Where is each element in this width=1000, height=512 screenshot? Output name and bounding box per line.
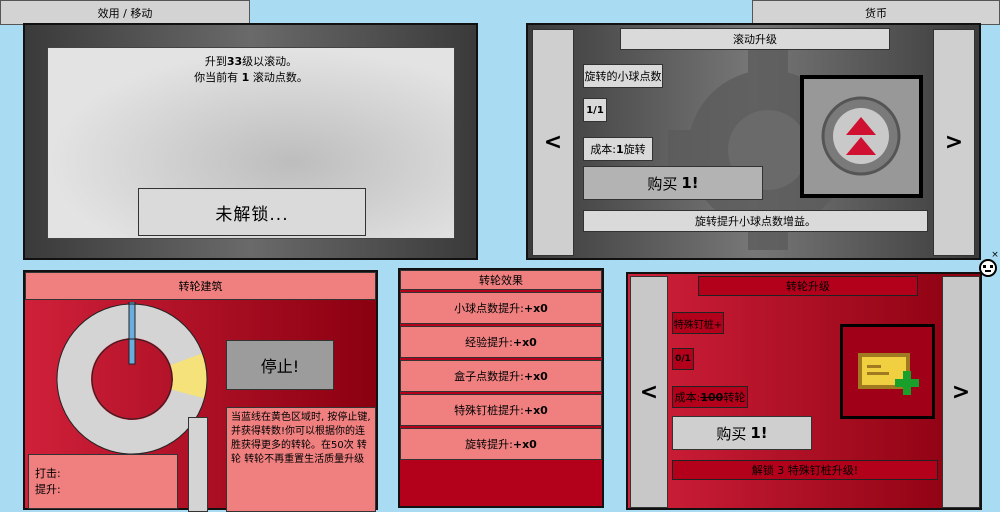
wheel-upgrade-buy-button[interactable]: 购买 1!: [672, 416, 812, 450]
wheel-stop-button[interactable]: 停止!: [226, 340, 334, 390]
scroll-upgrade-prev-button[interactable]: <: [532, 29, 574, 256]
wheel-hit-label: 打击:: [35, 467, 61, 480]
scroll-upgrade-description: 旋转提升小球点数增益。: [583, 210, 928, 232]
wheel-effect-box-points: 盒子点数提升: +x0: [400, 360, 602, 392]
wheel-effect-spin: 旋转提升: +x0: [400, 428, 602, 460]
wheel-boost-label: 提升:: [35, 483, 61, 496]
wheel-panel: 转轮建筑 停止! 当蓝线在黄色区域时, 按停止键, 并获得转数!你可以根据你的连…: [23, 270, 378, 512]
scroll-upgrade-name: 旋转的小球点数: [583, 64, 663, 88]
wheel-effect-ball-points: 小球点数提升: +x0: [400, 292, 602, 324]
special-peg-plus-icon: [858, 353, 919, 395]
wheel-upgrade-cost: 成本: 100 转轮: [672, 386, 748, 408]
wheel-upgrade-prev-button[interactable]: <: [630, 276, 668, 508]
locked-button[interactable]: 未解锁...: [138, 188, 366, 236]
wheel-info-text: 当蓝线在黄色区域时, 按停止键, 并获得转数!你可以根据你的连胜获得更多的转轮。…: [226, 407, 376, 512]
scroll-upgrade-panel: < > 滚动升级 旋转的小球点数 1/1 成本: 1 旋转 购买 1! 旋转提升…: [526, 23, 981, 260]
wheel-upgrade-next-button[interactable]: >: [942, 276, 980, 508]
scroll-upgrade-buy-button[interactable]: 购买 1!: [583, 166, 763, 200]
scroll-upgrade-cost: 成本: 1 旋转: [583, 137, 653, 161]
wheel-effects-title: 转轮效果: [400, 270, 602, 290]
wheel-upgrade-panel: < > 转轮升级 特殊钉桩+ 0/1 成本: 100 转轮 购买 1! 解锁 3…: [626, 272, 982, 510]
wheel-panel-title: 转轮建筑: [25, 272, 376, 300]
scroll-upgrade-title: 滚动升级: [620, 28, 890, 50]
scroll-upgrade-icon-frame: [800, 75, 923, 198]
scroll-points-text: 你当前有 1 滚动点数。: [194, 71, 308, 84]
wheel-progress-bar: [188, 417, 208, 512]
wheel-effect-special-pegs: 特殊钉桩提升: +x0: [400, 394, 602, 426]
scroll-level-text: 升到33级以滚动。: [204, 55, 298, 68]
wheel-upgrade-name: 特殊钉桩+: [672, 312, 724, 334]
wheel-effect-exp: 经验提升: +x0: [400, 326, 602, 358]
wheel-upgrade-level: 0/1: [672, 348, 694, 370]
scroll-panel-inner: 升到33级以滚动。 你当前有 1 滚动点数。 未解锁...: [47, 47, 455, 239]
tab-utility-movement[interactable]: 效用 / 移动: [0, 0, 250, 25]
scroll-upgrade-level: 1/1: [583, 98, 607, 122]
character-icon[interactable]: [978, 258, 998, 278]
wheel-upgrade-icon-frame: [840, 324, 935, 419]
scroll-panel: 升到33级以滚动。 你当前有 1 滚动点数。 未解锁...: [23, 23, 478, 260]
spin-wheel[interactable]: [55, 302, 210, 457]
wheel-upgrade-description: 解锁 3 特殊钉桩升级!: [672, 460, 938, 480]
wheel-upgrade-title: 转轮升级: [698, 276, 918, 296]
scroll-upgrade-next-button[interactable]: >: [933, 29, 975, 256]
wheel-effects-panel: 转轮效果 小球点数提升: +x0 经验提升: +x0 盒子点数提升: +x0 特…: [398, 268, 604, 508]
double-chevron-up-icon: [821, 96, 901, 176]
tab-currency[interactable]: 货币: [752, 0, 1000, 25]
